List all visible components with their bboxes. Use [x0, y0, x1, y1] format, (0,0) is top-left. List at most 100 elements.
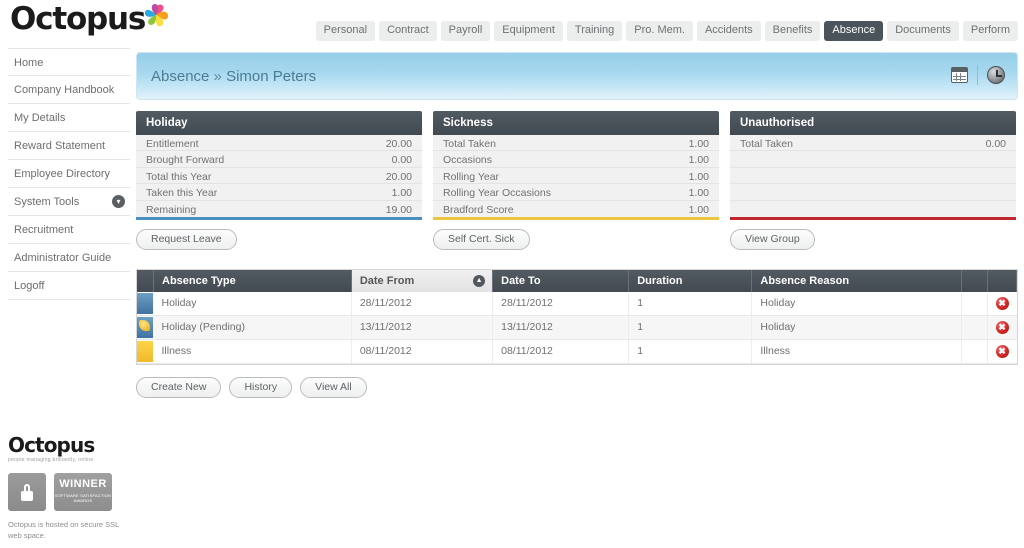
cell-duration: 1	[628, 315, 753, 340]
panel-stat-value: 1.00	[391, 187, 412, 200]
tab-perform[interactable]: Perform	[962, 21, 1018, 41]
column-header-color	[137, 269, 154, 292]
panel-stat-row: Remaining 19.00	[136, 201, 422, 217]
calendar-icon[interactable]	[951, 67, 968, 83]
sidebar-item-home[interactable]: Home	[8, 48, 130, 76]
award-subtitle: SOFTWARE SATISFACTION AWARDS	[54, 493, 112, 503]
tab-equipment[interactable]: Equipment	[494, 21, 563, 41]
panel-button-row: Request Leave	[136, 228, 422, 250]
banner-separator: »	[213, 68, 222, 85]
footer-badges: WINNER SOFTWARE SATISFACTION AWARDS	[8, 473, 128, 511]
clock-icon[interactable]	[987, 66, 1005, 84]
panel-button-row: View Group	[730, 228, 1016, 250]
panel-stat-label: Bradford Score	[443, 203, 514, 216]
panel-stat-label: Entitlement	[146, 138, 199, 150]
panel-stat-row: Brought Forward 0.00	[136, 151, 422, 168]
sidebar-item-label: Logoff	[14, 280, 45, 292]
table-row[interactable]: Holiday (Pending) 13/11/2012 13/11/2012 1 Ho…	[137, 315, 1017, 340]
column-header-absence-type[interactable]: Absence Type	[153, 269, 352, 292]
cell-duration: 1	[628, 291, 753, 316]
cell-delete: ✖	[987, 291, 1017, 316]
column-header-duration[interactable]: Duration	[628, 269, 753, 292]
panel-stat-label: Rolling Year Occasions	[443, 187, 551, 200]
panel-stat-label: Total Taken	[740, 138, 793, 150]
panel-stat-value: 0.00	[985, 138, 1006, 150]
delete-icon[interactable]: ✖	[995, 320, 1009, 334]
panel-stat-label: Brought Forward	[146, 154, 225, 167]
cell-blank	[961, 315, 988, 340]
page-root: Octopus Personal Contract Payroll Equipment…	[0, 0, 1024, 548]
tab-accidents[interactable]: Accidents	[696, 21, 761, 41]
panel-stat-row: Taken this Year 1.00	[136, 184, 422, 201]
footer-tagline: people managing brilliantly, online	[8, 457, 94, 463]
column-header-label: Duration	[637, 274, 683, 287]
cell-absence-reason: Holiday	[751, 291, 962, 316]
column-header-absence-reason[interactable]: Absence Reason	[751, 269, 962, 292]
footer-logo-wordmark: Octopus	[8, 433, 95, 457]
panel-stat-row	[730, 201, 1016, 217]
button-create-new[interactable]: Create New	[136, 376, 222, 398]
panel-action-button[interactable]: Request Leave	[136, 228, 237, 250]
sidebar-item-label: Company Handbook	[14, 84, 115, 96]
table-row[interactable]: Illness 08/11/2012 08/11/2012 1 Illness ✖	[137, 339, 1017, 364]
table-row[interactable]: Holiday 28/11/2012 28/11/2012 1 Holiday ✖	[137, 291, 1017, 316]
sidebar-item-label: Reward Statement	[14, 140, 106, 152]
banner-person: Simon Peters	[226, 68, 317, 85]
panel-action-button[interactable]: Self Cert. Sick	[433, 228, 530, 250]
sidebar-item-recruitment[interactable]: Recruitment	[8, 216, 130, 244]
footer: Octopus people managing brilliantly, onl…	[8, 434, 128, 541]
delete-icon[interactable]: ✖	[995, 296, 1009, 310]
column-header-label: Date From	[359, 274, 415, 287]
tab-benefits[interactable]: Benefits	[764, 21, 821, 41]
sidebar-item-my-details[interactable]: My Details	[8, 104, 130, 132]
padlock-icon	[8, 473, 46, 511]
absence-table: Absence Type Date From ▲ Date To Duration Abs…	[136, 268, 1018, 365]
tab-pro-mem[interactable]: Pro. Mem.	[626, 21, 693, 41]
panel-stat-row: Bradford Score 1.00	[433, 201, 719, 217]
panel-accent-bar	[730, 216, 1016, 220]
absence-color-swatch	[137, 315, 154, 340]
sidebar-item-reward-statement[interactable]: Reward Statement	[8, 132, 130, 160]
panel-accent-bar	[433, 216, 719, 220]
tab-payroll[interactable]: Payroll	[440, 21, 491, 41]
tab-documents[interactable]: Documents	[887, 21, 959, 41]
sidebar-item-administrator-guide[interactable]: Administrator Guide	[8, 244, 130, 272]
cell-absence-reason: Holiday	[751, 315, 962, 340]
column-header-date-to[interactable]: Date To	[492, 269, 630, 292]
column-header-label: Absence Type	[162, 274, 236, 287]
column-header-date-from[interactable]: Date From ▲	[351, 269, 494, 292]
sidebar-item-company-handbook[interactable]: Company Handbook	[8, 76, 130, 104]
panel-stat-row: Occasions 1.00	[433, 151, 719, 168]
tab-contract[interactable]: Contract	[379, 21, 437, 41]
panel-stat-row	[730, 168, 1016, 185]
tab-training[interactable]: Training	[566, 21, 623, 41]
button-view-all[interactable]: View All	[300, 376, 367, 398]
award-title: WINNER	[59, 478, 107, 490]
sidebar-item-label: System Tools	[14, 196, 80, 208]
panel-stat-label: Taken this Year	[146, 187, 218, 200]
chevron-down-icon[interactable]: ▾	[112, 195, 125, 208]
divider	[977, 65, 978, 85]
pending-icon	[139, 319, 150, 331]
page-banner: Absence » Simon Peters	[136, 52, 1018, 100]
top-navigation: Personal Contract Payroll Equipment Training…	[315, 21, 1018, 41]
banner-actions	[951, 65, 1005, 85]
cell-blank	[961, 339, 988, 364]
sort-ascending-icon[interactable]: ▲	[473, 274, 486, 287]
swatch-yellow	[137, 340, 153, 362]
table-action-buttons: Create New History View All	[136, 376, 1018, 398]
panel-body: Total Taken 0.00	[730, 135, 1016, 217]
sidebar-item-logoff[interactable]: Logoff	[8, 272, 130, 300]
sidebar-item-system-tools[interactable]: System Tools ▾	[8, 188, 130, 216]
tab-absence[interactable]: Absence	[824, 21, 884, 41]
button-history[interactable]: History	[229, 376, 293, 398]
sidebar-item-employee-directory[interactable]: Employee Directory	[8, 160, 130, 188]
award-badge: WINNER SOFTWARE SATISFACTION AWARDS	[54, 473, 112, 511]
delete-icon[interactable]: ✖	[995, 344, 1009, 358]
cell-date-from: 08/11/2012	[351, 339, 494, 364]
cell-absence-type: Holiday (Pending)	[153, 315, 352, 340]
tab-personal[interactable]: Personal	[315, 21, 376, 41]
panel-stat-value: 1.00	[688, 203, 709, 216]
panel-title: Sickness	[433, 111, 719, 135]
panel-action-button[interactable]: View Group	[730, 228, 815, 250]
